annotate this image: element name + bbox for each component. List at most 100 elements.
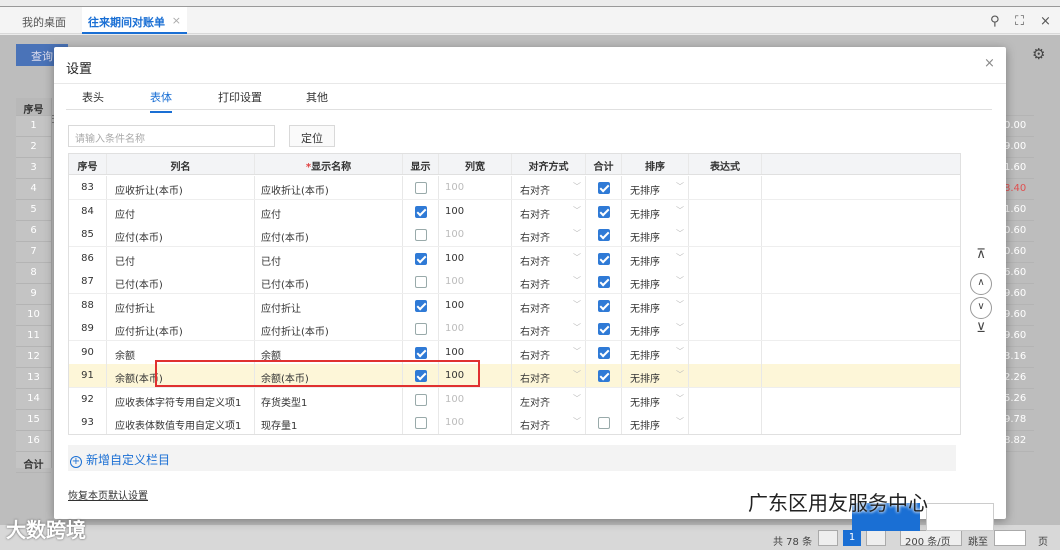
cell-display[interactable]: 余额(本币) — [255, 364, 403, 387]
cell-expr[interactable] — [689, 246, 762, 270]
tab-home[interactable]: 我的桌面 — [22, 14, 66, 30]
cell-sort[interactable]: 无排序 ﹀ — [622, 411, 689, 434]
sum-checkbox[interactable] — [597, 182, 610, 194]
show-checkbox[interactable] — [414, 370, 427, 382]
move-up-icon[interactable]: ∧ — [970, 273, 992, 295]
cell-expr[interactable] — [689, 387, 762, 411]
cell-expr[interactable] — [689, 199, 762, 223]
current-page[interactable]: 1 — [843, 530, 861, 546]
move-top-icon[interactable]: ⊼ — [970, 247, 992, 269]
cell-width[interactable]: 100 — [439, 293, 512, 317]
prev-page-button[interactable] — [818, 530, 838, 546]
cell-sort[interactable]: 无排序 ﹀ — [622, 199, 689, 223]
cell-expr[interactable] — [689, 176, 762, 199]
sum-checkbox[interactable] — [597, 323, 610, 335]
cell-sort[interactable]: 无排序 ﹀ — [622, 364, 689, 387]
cell-show[interactable] — [403, 199, 439, 223]
cell-show[interactable] — [403, 246, 439, 270]
sum-checkbox[interactable] — [597, 370, 610, 382]
tab-reconciliation[interactable]: 往来期间对账单 × — [82, 7, 187, 34]
show-checkbox[interactable] — [414, 393, 427, 406]
table-row[interactable]: 88 应付折让 应付折让 100 右对齐 ﹀ 无排序 ﹀ — [69, 293, 960, 318]
cell-display[interactable]: 应付折让 — [255, 293, 403, 317]
cell-sort[interactable]: 无排序 ﹀ — [622, 317, 689, 340]
cell-align[interactable]: 右对齐 ﹀ — [512, 176, 586, 199]
show-checkbox[interactable] — [414, 323, 427, 335]
cell-align[interactable]: 右对齐 ﹀ — [512, 270, 586, 293]
cell-display[interactable]: 余额 — [255, 340, 403, 364]
table-row[interactable]: 93 应收表体数值专用自定义项1 现存量1 100 右对齐 ﹀ 无排序 ﹀ — [69, 411, 960, 434]
show-checkbox[interactable] — [414, 276, 427, 288]
cell-sum[interactable] — [586, 199, 622, 223]
cell-width[interactable]: 100 — [439, 199, 512, 223]
cell-align[interactable]: 右对齐 ﹀ — [512, 199, 586, 223]
cell-display[interactable]: 存货类型1 — [255, 387, 403, 411]
sum-checkbox[interactable] — [597, 205, 610, 218]
cell-width[interactable]: 100 — [439, 340, 512, 364]
cell-align[interactable]: 右对齐 ﹀ — [512, 246, 586, 270]
cell-align[interactable]: 左对齐 ﹀ — [512, 387, 586, 411]
cell-align[interactable]: 右对齐 ﹀ — [512, 293, 586, 317]
cell-expr[interactable] — [689, 340, 762, 364]
cell-display[interactable]: 已付 — [255, 246, 403, 270]
cell-show[interactable] — [403, 293, 439, 317]
show-checkbox[interactable] — [414, 299, 427, 312]
cell-sort[interactable]: 无排序 ﹀ — [622, 223, 689, 246]
cell-expr[interactable] — [689, 293, 762, 317]
cell-expr[interactable] — [689, 364, 762, 387]
cell-sum[interactable] — [586, 270, 622, 293]
gear-icon[interactable]: ⚙ — [1032, 45, 1045, 63]
cell-width[interactable]: 100 — [439, 411, 512, 434]
cell-sort[interactable]: 无排序 ﹀ — [622, 270, 689, 293]
table-row[interactable]: 87 已付(本币) 已付(本币) 100 右对齐 ﹀ 无排序 ﹀ — [69, 270, 960, 294]
cell-display[interactable]: 应付(本币) — [255, 223, 403, 246]
cell-expr[interactable] — [689, 317, 762, 340]
cell-width[interactable]: 100 — [439, 223, 512, 246]
cell-show[interactable] — [403, 317, 439, 340]
cell-sum[interactable] — [586, 317, 622, 340]
restore-default-link[interactable]: 恢复本页默认设置 — [68, 487, 148, 502]
next-page-button[interactable] — [866, 530, 886, 546]
move-down-icon[interactable]: ∨ — [970, 297, 992, 319]
cell-sum[interactable] — [586, 223, 622, 246]
cell-sum[interactable] — [586, 364, 622, 387]
table-row[interactable]: 83 应收折让(本币) 应收折让(本币) 100 右对齐 ﹀ 无排序 ﹀ — [69, 176, 960, 200]
cell-display[interactable]: 应付折让(本币) — [255, 317, 403, 340]
cell-display[interactable]: 应收折让(本币) — [255, 176, 403, 199]
cell-width[interactable]: 100 — [439, 364, 512, 387]
sum-checkbox[interactable] — [597, 417, 610, 429]
table-row[interactable]: 84 应付 应付 100 右对齐 ﹀ 无排序 ﹀ — [69, 199, 960, 224]
cell-show[interactable] — [403, 387, 439, 411]
expand-icon[interactable]: ⛶ — [1015, 14, 1024, 29]
cell-display[interactable]: 现存量1 — [255, 411, 403, 434]
cell-expr[interactable] — [689, 223, 762, 246]
cell-width[interactable]: 100 — [439, 387, 512, 411]
cell-sum[interactable] — [586, 246, 622, 270]
cell-show[interactable] — [403, 364, 439, 387]
goto-input[interactable] — [994, 530, 1026, 546]
table-row[interactable]: 90 余额 余额 100 右对齐 ﹀ 无排序 ﹀ — [69, 340, 960, 365]
cell-display[interactable]: 应付 — [255, 199, 403, 223]
cell-sort[interactable]: 无排序 ﹀ — [622, 293, 689, 317]
show-checkbox[interactable] — [414, 417, 427, 429]
cell-expr[interactable] — [689, 270, 762, 293]
cell-align[interactable]: 右对齐 ﹀ — [512, 411, 586, 434]
cell-sum[interactable] — [586, 411, 622, 434]
tab-close-icon[interactable]: × — [172, 14, 181, 27]
cell-width[interactable]: 100 — [439, 246, 512, 270]
sum-checkbox[interactable] — [597, 276, 610, 288]
cell-sum[interactable] — [586, 387, 622, 411]
cell-width[interactable]: 100 — [439, 176, 512, 199]
sum-checkbox[interactable] — [597, 346, 610, 359]
cell-show[interactable] — [403, 411, 439, 434]
cell-sum[interactable] — [586, 293, 622, 317]
show-checkbox[interactable] — [414, 346, 427, 359]
cell-expr[interactable] — [689, 411, 762, 434]
search-input[interactable]: 请输入条件名称 — [68, 125, 275, 147]
locate-button[interactable]: 定位 — [289, 125, 335, 147]
cell-sort[interactable]: 无排序 ﹀ — [622, 340, 689, 364]
table-row[interactable]: 91 余额(本币) 余额(本币) 100 右对齐 ﹀ 无排序 ﹀ — [69, 364, 960, 388]
cell-show[interactable] — [403, 223, 439, 246]
cell-show[interactable] — [403, 340, 439, 364]
window-close-icon[interactable]: × — [1040, 14, 1051, 29]
